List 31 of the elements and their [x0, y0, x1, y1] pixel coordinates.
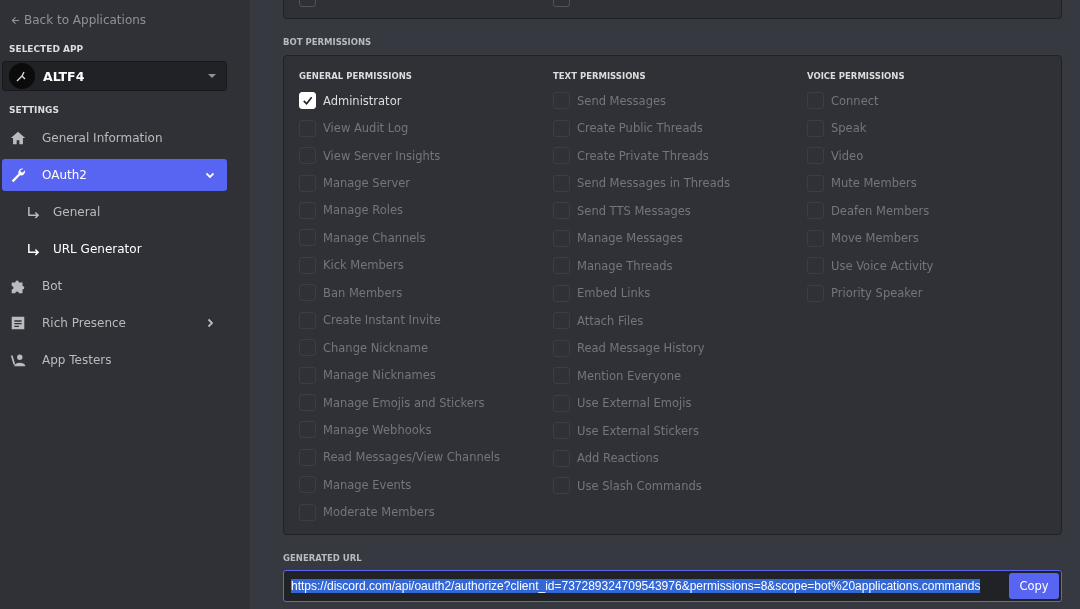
back-link[interactable]: Back to Applications [2, 10, 250, 30]
doc-icon [9, 314, 27, 332]
sidebar-subitem[interactable]: General [2, 196, 250, 228]
url-text: https://discord.com/api/oauth2/authorize?client_id=737289324709543976&permissions=8&scope=bot%20applications.commands [291, 579, 981, 593]
sidebar-item[interactable]: App Testers [2, 344, 227, 376]
section-label: GENERATED URL [283, 553, 363, 563]
url-field[interactable]: https://discord.com/api/oauth2/authorize?client_id=737289324709543976&permissions=8&scope=bot%20applications.commands Copy [283, 570, 1062, 602]
section-label: SETTINGS [8, 105, 60, 115]
sidebar-subitem[interactable]: URL Generator [2, 233, 250, 265]
subitem-arrow-icon [27, 205, 40, 219]
app-avatar-icon [9, 63, 35, 89]
sidebar-item[interactable]: OAuth2 [2, 159, 227, 191]
back-arrow-icon [11, 15, 20, 25]
back-link-text: Back to Applications [24, 13, 147, 27]
home-icon [9, 129, 27, 147]
wrench-icon [9, 166, 27, 184]
section-label: BOT PERMISSIONS [283, 37, 373, 47]
column-heading: VOICE PERMISSIONS [807, 71, 906, 81]
sidebar-item[interactable]: General Information [2, 122, 227, 154]
copy-button[interactable]: Copy [1009, 573, 1059, 599]
permission-option[interactable]: Administrator [299, 87, 553, 115]
section-label: SELECTED APP [8, 44, 85, 54]
column-heading: TEXT PERMISSIONS [553, 71, 647, 81]
sidebar-item[interactable]: Bot [2, 270, 227, 302]
subitem-arrow-icon [27, 242, 40, 256]
app-name: ALTF4 [43, 68, 86, 84]
checkmark-icon [301, 94, 314, 108]
column-heading: GENERAL PERMISSIONS [299, 71, 413, 81]
caret-icon [208, 73, 216, 79]
sidebar-item[interactable]: Rich Presence [2, 307, 227, 339]
app-selector[interactable]: ALTF4 [2, 61, 227, 91]
